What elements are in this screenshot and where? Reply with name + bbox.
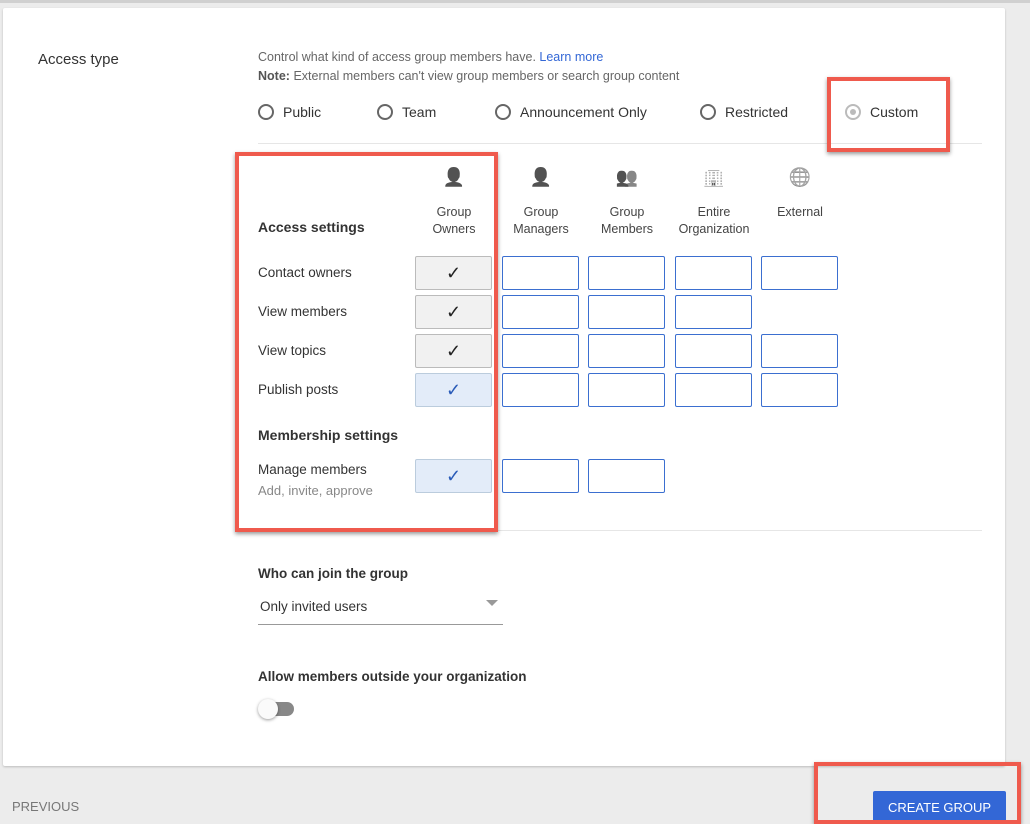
radio-restricted[interactable]: Restricted xyxy=(700,104,788,120)
column-header-entire: Entire xyxy=(697,205,731,219)
row-label: View topics xyxy=(258,343,327,358)
permission-checkbox[interactable] xyxy=(502,295,579,329)
permission-checkbox[interactable] xyxy=(588,373,665,407)
radio-custom[interactable]: Custom xyxy=(845,104,918,120)
permission-checkbox[interactable] xyxy=(675,373,752,407)
person-outline-icon: 👤 xyxy=(442,167,466,187)
permission-checkbox[interactable] xyxy=(761,334,838,368)
dropdown-arrow-icon xyxy=(486,600,498,606)
radio-team[interactable]: Team xyxy=(377,104,436,120)
radio-circle-icon xyxy=(700,104,716,120)
highlight-create-group xyxy=(814,762,1021,824)
permission-checkbox[interactable] xyxy=(588,256,665,290)
permission-checkbox[interactable] xyxy=(675,334,752,368)
column-header-organization: Organization xyxy=(678,222,750,236)
permission-checkbox[interactable]: ✓ xyxy=(415,295,492,329)
permission-checkbox[interactable] xyxy=(502,334,579,368)
row-label: Publish posts xyxy=(258,382,339,397)
radio-public[interactable]: Public xyxy=(258,104,321,120)
radio-announcement-only[interactable]: Announcement Only xyxy=(495,104,647,120)
row-label: Contact owners xyxy=(258,265,352,280)
permission-checkbox[interactable]: ✓ xyxy=(415,459,492,493)
globe-icon: 🌐 xyxy=(788,167,812,187)
radio-label: Custom xyxy=(870,104,919,120)
permission-checkbox[interactable] xyxy=(588,459,665,493)
permission-checkbox[interactable] xyxy=(588,334,665,368)
radio-label: Public xyxy=(283,104,322,120)
permission-checkbox[interactable] xyxy=(675,295,752,329)
note-text: External members can't view group member… xyxy=(293,69,680,83)
join-label: Who can join the group xyxy=(258,566,408,581)
top-border xyxy=(0,0,1030,3)
radio-circle-icon xyxy=(495,104,511,120)
description-text: Control what kind of access group member… xyxy=(258,50,536,64)
learn-more-link[interactable]: Learn more xyxy=(539,50,603,64)
column-header-group: Group xyxy=(523,205,559,219)
access-note: Note: External members can't view group … xyxy=(258,69,679,83)
access-settings-title: Access settings xyxy=(258,219,365,235)
toggle-thumb xyxy=(258,699,278,719)
radio-label: Restricted xyxy=(725,104,789,120)
permission-checkbox[interactable] xyxy=(761,256,838,290)
column-header-members: Members xyxy=(600,222,654,236)
column-header-owners: Owners xyxy=(432,222,476,236)
radio-label: Announcement Only xyxy=(520,104,647,120)
outside-toggle[interactable] xyxy=(258,699,296,719)
permission-checkbox[interactable]: ✓ xyxy=(415,373,492,407)
column-header-group: Group xyxy=(609,205,645,219)
row-sublabel: Add, invite, approve xyxy=(258,483,373,498)
row-label: Manage members xyxy=(258,462,367,477)
column-header-external: External xyxy=(777,205,823,219)
building-icon: 🏢 xyxy=(702,167,726,187)
column-header-managers: Managers xyxy=(513,222,569,236)
permission-checkbox[interactable] xyxy=(502,373,579,407)
outside-label: Allow members outside your organization xyxy=(258,669,527,684)
previous-button[interactable]: PREVIOUS xyxy=(12,799,79,814)
access-type-label: Access type xyxy=(38,51,119,68)
radio-circle-icon xyxy=(258,104,274,120)
permission-checkbox[interactable] xyxy=(588,295,665,329)
permission-checkbox[interactable] xyxy=(502,256,579,290)
column-header-group: Group xyxy=(436,205,472,219)
access-description: Control what kind of access group member… xyxy=(258,50,603,64)
permission-checkbox[interactable] xyxy=(761,373,838,407)
note-bold: Note: xyxy=(258,69,290,83)
membership-settings-title: Membership settings xyxy=(258,427,399,443)
permission-checkbox[interactable] xyxy=(675,256,752,290)
person-icon: 👤 xyxy=(529,167,553,187)
people-icon: 👥 xyxy=(615,167,639,187)
permission-checkbox[interactable]: ✓ xyxy=(415,334,492,368)
join-select[interactable]: Only invited users xyxy=(258,594,503,625)
permission-checkbox[interactable]: ✓ xyxy=(415,256,492,290)
join-select-value: Only invited users xyxy=(260,599,368,614)
radio-label: Team xyxy=(402,104,437,120)
radio-circle-icon xyxy=(845,104,861,120)
row-label: View members xyxy=(258,304,348,319)
radio-circle-icon xyxy=(377,104,393,120)
permission-checkbox[interactable] xyxy=(502,459,579,493)
